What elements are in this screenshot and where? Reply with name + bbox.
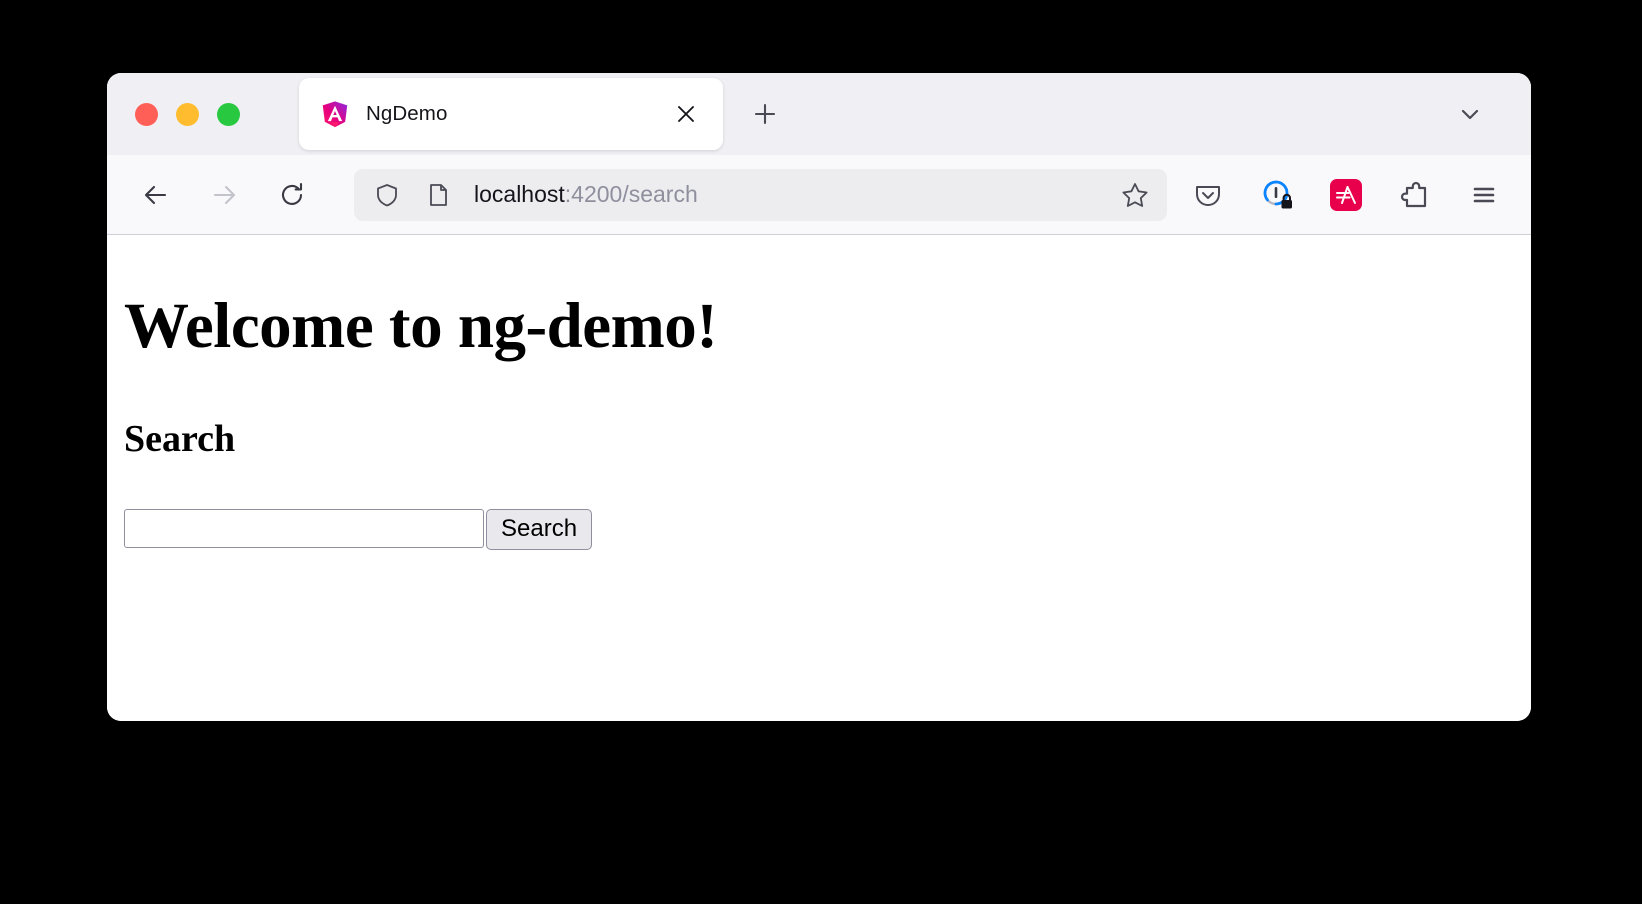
forward-button: [199, 170, 249, 220]
search-input[interactable]: [124, 508, 484, 548]
back-button[interactable]: [131, 170, 181, 220]
tab-title: NgDemo: [366, 102, 448, 125]
arrow-right-icon: [213, 185, 236, 204]
tab-strip: NgDemo: [299, 73, 788, 155]
privacy-badger-icon: [1263, 180, 1292, 208]
reload-button[interactable]: [267, 170, 317, 220]
angular-devtools-icon: [1330, 178, 1362, 211]
page-content: Welcome to ng-demo! Search Search: [107, 235, 1531, 721]
privacy-badger-button[interactable]: [1252, 170, 1302, 220]
page-icon[interactable]: [423, 180, 453, 210]
extensions-button[interactable]: [1390, 170, 1440, 220]
shield-icon[interactable]: [372, 180, 402, 210]
new-tab-button[interactable]: [742, 91, 788, 137]
arrow-left-icon: [144, 185, 167, 204]
extensions-puzzle-icon: [1400, 181, 1427, 207]
url-host: localhost: [474, 181, 565, 207]
angular-logo-icon: [322, 101, 348, 128]
list-all-tabs-button[interactable]: [1448, 92, 1492, 136]
search-form: Search: [124, 508, 1531, 550]
window-zoom-button[interactable]: [217, 102, 240, 126]
pocket-icon: [1196, 185, 1220, 206]
close-icon[interactable]: [669, 97, 703, 131]
angular-devtools-button[interactable]: [1321, 170, 1371, 220]
window-minimize-button[interactable]: [176, 102, 199, 126]
window-close-button[interactable]: [135, 102, 158, 126]
bookmark-button[interactable]: [1113, 173, 1157, 217]
tab-bar: NgDemo: [107, 73, 1531, 155]
star-icon: [1122, 182, 1148, 207]
window-controls: [107, 102, 240, 126]
search-button[interactable]: Search: [486, 508, 593, 550]
pocket-button[interactable]: [1183, 170, 1233, 220]
url-text[interactable]: localhost:4200/search: [474, 181, 1113, 208]
hamburger-menu-icon: [1473, 187, 1495, 202]
search-section-heading: Search: [124, 418, 236, 461]
chevron-down-icon: [1461, 109, 1479, 120]
tab-ngdemo[interactable]: NgDemo: [299, 78, 723, 150]
navigation-toolbar: localhost:4200/search: [107, 155, 1531, 235]
reload-icon: [282, 182, 303, 205]
page-title: Welcome to ng-demo!: [124, 290, 718, 362]
url-bar[interactable]: localhost:4200/search: [354, 168, 1167, 221]
url-path: :4200/search: [564, 181, 698, 207]
browser-window: NgDemo localhost:4200/search Welcome to …: [107, 73, 1531, 721]
toolbar-extensions: [1183, 170, 1509, 220]
app-menu-button[interactable]: [1459, 170, 1509, 220]
screen: NgDemo localhost:4200/search Welcome to …: [0, 0, 1642, 904]
